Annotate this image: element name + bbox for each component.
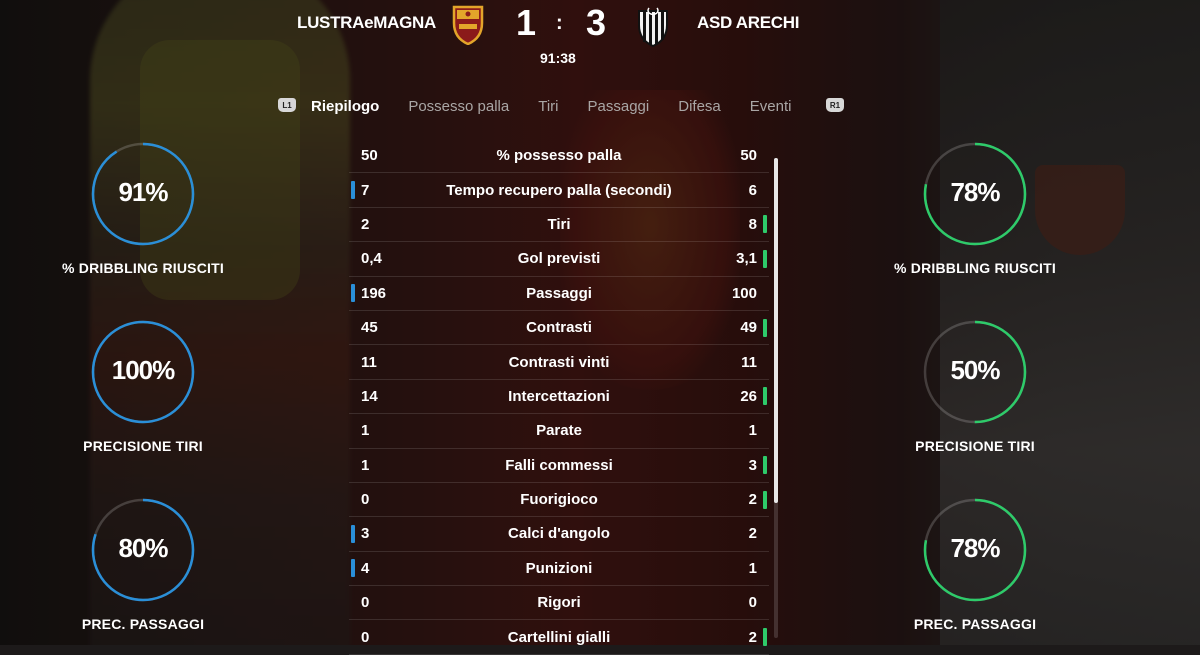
away-ring-0: 78% % DRIBBLING RIUSCITI	[890, 140, 1060, 276]
stat-row: 0 Fuorigioco 2	[349, 483, 769, 518]
tab-passaggi[interactable]: Passaggi	[588, 98, 650, 115]
tab-eventi[interactable]: Eventi	[750, 98, 792, 115]
ring-value: 80%	[118, 533, 168, 563]
stat-name: Calci d'angolo	[508, 525, 610, 543]
ring-label: PREC. PASSAGGI	[81, 616, 205, 632]
away-team-badge-icon	[635, 5, 669, 48]
tab-difesa[interactable]: Difesa	[678, 98, 721, 115]
stat-row: 1 Parate 1	[349, 414, 769, 449]
stat-row: 0 Rigori 0	[349, 586, 769, 621]
stat-row: 11 Contrasti vinti 11	[349, 345, 769, 380]
stat-name: Cartellini gialli	[507, 628, 611, 646]
away-leader-marker	[763, 318, 767, 337]
away-leader-marker	[763, 628, 767, 647]
stat-name: Rigori	[537, 594, 581, 612]
away-stat-value: 49	[740, 319, 757, 337]
home-score: 1	[516, 2, 537, 43]
stat-row: 1 Falli commessi 3	[349, 449, 769, 483]
stat-name: Contrasti vinti	[508, 353, 610, 371]
ring-label: PREC. PASSAGGI	[913, 616, 1037, 632]
away-stat-value: 0	[748, 594, 757, 612]
home-ring-1: 100% PRECISIONE TIRI	[58, 318, 228, 454]
away-stat-value: 2	[748, 525, 757, 543]
ring-value: 78%	[950, 177, 1000, 207]
away-stat-value: 3	[748, 456, 757, 474]
stat-row: 0 Cartellini gialli 2	[349, 620, 769, 655]
away-stat-value: 3,1	[736, 250, 757, 268]
away-stat-value: 1	[748, 422, 757, 440]
ring-value: 100%	[111, 355, 176, 385]
home-ring-2: 80% PREC. PASSAGGI	[58, 496, 228, 632]
stat-name: Gol previsti	[517, 250, 601, 268]
ring-label: PRECISIONE TIRI	[915, 438, 1035, 454]
stat-row: 0,4 Gol previsti 3,1	[349, 242, 769, 277]
stat-name: Tiri	[547, 215, 571, 233]
stat-name: Parate	[536, 422, 582, 440]
stats-scrollbar-thumb[interactable]	[774, 158, 778, 503]
away-stat-value: 26	[740, 387, 757, 405]
tab-possesso-palla[interactable]: Possesso palla	[408, 98, 509, 115]
stat-name: Tempo recupero palla (secondi)	[446, 181, 672, 199]
away-stat-value: 8	[748, 215, 757, 233]
stat-name: Punizioni	[525, 559, 593, 577]
home-ring-0: 91% % DRIBBLING RIUSCITI	[58, 140, 228, 276]
ring-label: % DRIBBLING RIUSCITI	[894, 260, 1056, 276]
tab-tiri[interactable]: Tiri	[538, 98, 558, 115]
l1-button-icon[interactable]: L1	[278, 98, 296, 112]
away-stat-value: 100	[731, 284, 757, 302]
away-stat-value: 1	[748, 559, 757, 577]
away-score: 3	[586, 2, 607, 43]
stat-name: Contrasti	[526, 319, 592, 337]
stat-name: Fuorigioco	[520, 491, 598, 509]
stat-row: 3 Calci d'angolo 2	[349, 517, 769, 552]
away-stat-value: 2	[748, 628, 757, 646]
stat-name: Passaggi	[526, 284, 592, 302]
away-leader-marker	[763, 490, 767, 509]
away-leader-marker	[763, 456, 767, 475]
away-leader-marker	[763, 249, 767, 268]
ring-value: 78%	[950, 533, 1000, 563]
stat-row: 4 Punizioni 1	[349, 552, 769, 587]
away-team-name: ASD ARECHI	[697, 13, 800, 32]
tab-riepilogo[interactable]: Riepilogo	[311, 98, 379, 115]
stat-row: 2 Tiri 8	[349, 208, 769, 243]
stat-row: 7 Tempo recupero palla (secondi) 6	[349, 173, 769, 208]
stat-name: Intercettazioni	[508, 387, 610, 405]
away-leader-marker	[763, 387, 767, 406]
ring-label: % DRIBBLING RIUSCITI	[62, 260, 224, 276]
score-separator: :	[556, 12, 563, 34]
stat-name: Falli commessi	[505, 456, 613, 474]
stat-name: % possesso palla	[496, 147, 622, 165]
stats-tab-bar: Riepilogo Possesso palla Tiri Passaggi D…	[311, 98, 820, 115]
ring-value: 91%	[118, 177, 168, 207]
match-clock: 91:38	[540, 50, 576, 66]
home-team-name: LUSTRAeMAGNA	[297, 13, 437, 32]
stat-row: 14 Intercettazioni 26	[349, 380, 769, 415]
ring-value: 50%	[950, 355, 1000, 385]
away-stat-value: 11	[741, 353, 757, 371]
away-ring-1: 50% PRECISIONE TIRI	[890, 318, 1060, 454]
away-leader-marker	[763, 215, 767, 234]
away-ring-2: 78% PREC. PASSAGGI	[890, 496, 1060, 632]
stat-row: 196 Passaggi 100	[349, 277, 769, 311]
r1-button-icon[interactable]: R1	[826, 98, 844, 112]
stats-table: 50% possesso palla 50 7 Tempo recupero pall…	[349, 139, 769, 655]
ring-label: PRECISIONE TIRI	[83, 438, 203, 454]
stat-row: 50% possesso palla 50	[349, 139, 769, 174]
away-stat-value: 2	[748, 491, 757, 509]
home-team-badge-icon	[451, 5, 485, 46]
away-stat-value: 6	[748, 181, 757, 199]
away-stat-value: 50	[740, 147, 757, 165]
stat-row: 45 Contrasti 49	[349, 311, 769, 346]
